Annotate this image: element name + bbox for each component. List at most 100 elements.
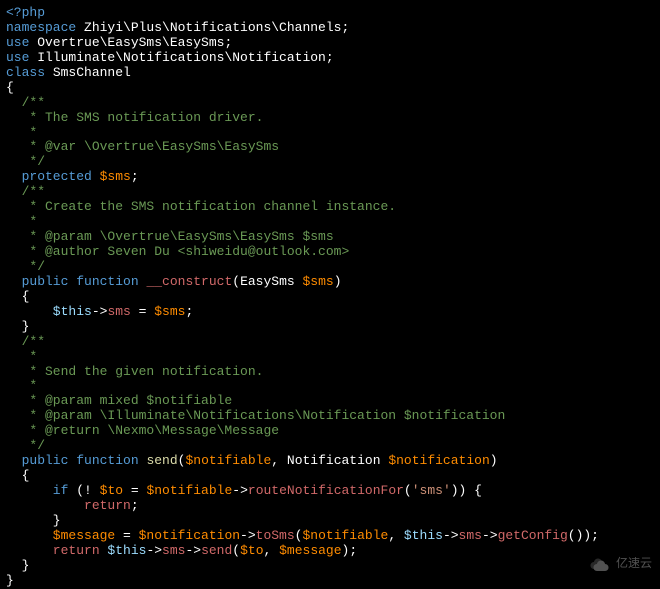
comment: * @return \Nexmo\Message\Message [6,423,279,438]
close-brace: } [6,573,14,588]
comment: * @author Seven Du <shiweidu@outlook.com… [6,244,349,259]
close-brace: } [6,319,29,334]
code-line: if (! $to = $notifiable->routeNotificati… [6,484,654,499]
comment: /** [6,334,45,349]
code-line: */ [6,155,654,170]
getconfig-method: getConfig [498,528,568,543]
semicolon: ; [131,169,139,184]
paren-brace: )) { [451,483,482,498]
code-line: * @param \Overtrue\EasySms\EasySms $sms [6,230,654,245]
variable-to: $to [240,543,263,558]
variable-sms: $sms [154,304,185,319]
variable-notifiable: $notifiable [146,483,232,498]
variable-sms: $sms [100,169,131,184]
paren-open: (EasySms [232,274,302,289]
code-line: use Illuminate\Notifications\Notificatio… [6,51,654,66]
use-keyword: use [6,50,29,65]
variable-notification: $notification [139,528,240,543]
watermark: 亿速云 [588,558,652,572]
code-line: */ [6,260,654,275]
comment: * @param mixed $notifiable [6,393,232,408]
comma: , [264,543,280,558]
paren-open: ( [232,543,240,558]
comment: * [6,349,37,364]
class-name: SmsChannel [45,65,131,80]
comma: , [388,528,404,543]
code-line: } [6,559,654,574]
property-sms: sms [162,543,185,558]
use-keyword: use [6,35,29,50]
comment: * The SMS notification driver. [6,110,263,125]
arrow-operator: -> [185,543,201,558]
cloud-icon [588,558,612,572]
code-editor: <?php namespace Zhiyi\Plus\Notifications… [6,6,654,589]
code-line: * @author Seven Du <shiweidu@outlook.com… [6,245,654,260]
code-line: } [6,514,654,529]
comment: * Send the given notification. [6,364,263,379]
variable-message: $message [279,543,341,558]
code-line: use Overtrue\EasySms\EasySms; [6,36,654,51]
paren-close: ); [342,543,358,558]
code-line: return; [6,499,654,514]
semicolon: ; [131,498,139,513]
variable-notification: $notification [388,453,489,468]
comma-type: , Notification [271,453,388,468]
comment: /** [6,184,45,199]
property-sms: sms [107,304,130,319]
code-line: /** [6,335,654,350]
use-path: Illuminate\Notifications\Notification; [29,50,333,65]
code-line: $message = $notification->toSms($notifia… [6,529,654,544]
semicolon: ; [185,304,193,319]
comment: */ [6,438,45,453]
code-line: * Send the given notification. [6,365,654,380]
equals: = [131,304,154,319]
paren-close: ) [490,453,498,468]
string-sms: 'sms' [412,483,451,498]
variable-to: $to [100,483,123,498]
code-line: * @param \Illuminate\Notifications\Notif… [6,409,654,424]
arrow-operator: -> [232,483,248,498]
construct-method: __construct [146,274,232,289]
code-line: <?php [6,6,654,21]
arrow-operator: -> [92,304,108,319]
open-brace: { [6,80,14,95]
php-open-tag: <?php [6,5,45,20]
tosms-method: toSms [256,528,295,543]
namespace-keyword: namespace [6,20,76,35]
variable-notifiable: $notifiable [302,528,388,543]
namespace-path: Zhiyi\Plus\Notifications\Channels; [76,20,349,35]
code-line: * [6,215,654,230]
code-line: { [6,81,654,96]
code-line: namespace Zhiyi\Plus\Notifications\Chann… [6,21,654,36]
code-line: protected $sms; [6,170,654,185]
code-line: $this->sms = $sms; [6,305,654,320]
code-line: * [6,379,654,394]
arrow-operator: -> [146,543,162,558]
code-line: * [6,350,654,365]
code-line: public function send($notifiable, Notifi… [6,454,654,469]
public-function-keyword: public function [6,453,146,468]
code-line: * [6,126,654,141]
return-keyword: return [6,498,131,513]
comment: * Create the SMS notification channel in… [6,199,396,214]
send-method-call: send [201,543,232,558]
use-path: Overtrue\EasySms\EasySms; [29,35,232,50]
comment: */ [6,259,45,274]
watermark-text: 亿速云 [616,558,652,572]
protected-keyword: protected [6,169,100,184]
equals: = [115,528,138,543]
variable-notifiable: $notifiable [185,453,271,468]
paren: (! [68,483,99,498]
open-brace: { [6,468,29,483]
send-method: send [146,453,177,468]
comment: * @param \Illuminate\Notifications\Notif… [6,408,505,423]
public-function-keyword: public function [6,274,146,289]
code-line: */ [6,439,654,454]
code-line: { [6,469,654,484]
comment: */ [6,154,45,169]
code-line: return $this->sms->send($to, $message); [6,544,654,559]
comment: * [6,378,37,393]
arrow-operator: -> [240,528,256,543]
variable-message: $message [6,528,115,543]
arrow-operator: -> [482,528,498,543]
